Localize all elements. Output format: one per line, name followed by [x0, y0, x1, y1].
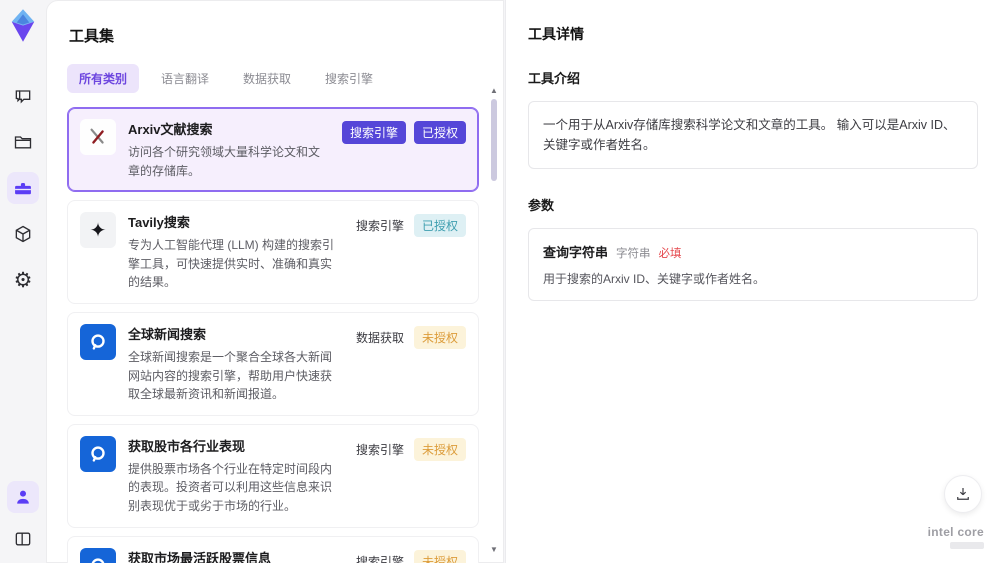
panel-toggle-icon[interactable]	[7, 523, 39, 555]
settings-icon[interactable]: ⚙	[7, 264, 39, 296]
tool-badges: 搜索引擎 未授权	[354, 436, 466, 516]
chat-icon[interactable]	[7, 80, 39, 112]
tool-info: 获取股市各行业表现提供股票市场各个行业在特定时间段内的表现。投资者可以利用这些信…	[128, 436, 342, 516]
intro-box: 一个用于从Arxiv存储库搜索科学论文和文章的工具。 输入可以是Arxiv ID…	[528, 101, 978, 169]
news-app-icon	[80, 323, 116, 360]
brand-sub-bar	[950, 542, 984, 549]
tool-name: 获取市场最活跃股票信息	[128, 550, 272, 563]
scrollbar-thumb[interactable]	[491, 99, 497, 181]
brand-text: intel core	[928, 525, 984, 539]
category-badge: 搜索引擎	[355, 442, 404, 457]
param-type: 字符串	[616, 248, 651, 260]
tool-badges: 搜索引擎 已授权	[341, 119, 466, 180]
cube-icon[interactable]	[7, 218, 39, 250]
tool-description: 全球新闻搜索是一个聚合全球各大新闻网站内容的搜索引擎，帮助用户快速获取全球最新资…	[128, 349, 333, 402]
category-badge: 数据获取	[355, 330, 404, 345]
category-tabs: 所有类别 语言翻译 数据获取 搜索引擎	[67, 64, 479, 93]
user-icon[interactable]	[7, 481, 39, 513]
category-badge: 搜索引擎	[355, 554, 404, 563]
page-title: 工具集	[69, 28, 115, 45]
params-heading: 参数	[528, 198, 555, 213]
brand-label: intel core	[927, 525, 984, 539]
tool-list-panel: 工具集 所有类别 语言翻译 数据获取 搜索引擎 Arxiv文献搜索 访问各个研究领域大量…	[46, 0, 504, 563]
tool-badges: 搜索引擎 未授权	[354, 548, 466, 563]
tool-badges: 数据获取 未授权	[354, 324, 466, 404]
auth-status-badge: 已授权	[413, 214, 466, 238]
intro-heading: 工具介绍	[528, 71, 581, 86]
tab-translate[interactable]: 语言翻译	[149, 64, 221, 93]
param-description: 用于搜索的Arxiv ID、关键字或作者姓名。	[543, 272, 766, 286]
tool-description: 专为人工智能代理 (LLM) 构建的搜索引擎工具，可快速提供实时、准确和真实的结…	[128, 238, 335, 290]
download-button[interactable]	[944, 475, 982, 513]
news-app-icon	[80, 435, 116, 472]
intro-text: 一个用于从Arxiv存储库搜索科学论文和文章的工具。 输入可以是Arxiv ID…	[543, 118, 956, 152]
scroll-up-arrow[interactable]: ▲	[490, 87, 498, 97]
tool-name: 获取股市各行业表现	[128, 438, 246, 454]
tab-all[interactable]: 所有类别	[67, 64, 140, 93]
scrollbar-track[interactable]	[490, 97, 498, 546]
tool-card[interactable]: ✦ Tavily搜索专为人工智能代理 (LLM) 构建的搜索引擎工具，可快速提供实…	[67, 200, 479, 304]
detail-title: 工具详情	[528, 26, 584, 42]
category-badge: 搜索引擎	[341, 121, 406, 144]
toolbox-icon[interactable]	[7, 172, 39, 204]
rail-bottom-icons	[7, 481, 39, 555]
sparkle-icon: ✦	[80, 212, 116, 249]
tool-card[interactable]: 全球新闻搜索全球新闻搜索是一个聚合全球各大新闻网站内容的搜索引擎，帮助用户快速获…	[67, 311, 479, 416]
auth-status-badge: 已授权	[413, 121, 466, 144]
tool-name: Arxiv文献搜索	[128, 122, 213, 137]
param-required-flag: 必填	[658, 248, 682, 260]
tool-card[interactable]: 获取市场最活跃股票信息提供当天交易量最高的股票列表，投资者可以利用这些信息来识别…	[67, 535, 479, 563]
category-badge: 搜索引擎	[355, 219, 404, 234]
tool-card[interactable]: 获取股市各行业表现提供股票市场各个行业在特定时间段内的表现。投资者可以利用这些信…	[67, 423, 479, 528]
tool-info: 全球新闻搜索全球新闻搜索是一个聚合全球各大新闻网站内容的搜索引擎，帮助用户快速获…	[128, 324, 342, 404]
param-header: 查询字符串 字符串 必填	[543, 242, 963, 261]
tool-name: Tavily搜索	[128, 215, 190, 231]
tool-description: 提供股票市场各个行业在特定时间段内的表现。投资者可以利用这些信息来识别表现优于或…	[128, 461, 333, 513]
param-list: 查询字符串 字符串 必填用于搜索的Arxiv ID、关键字或作者姓名。	[543, 242, 963, 287]
arxiv-icon	[80, 119, 116, 155]
list-scrollbar[interactable]: ▲ ▼	[488, 87, 500, 556]
app-window: ⚙ 工具集 所有类别 语言翻译 数据获取 搜索引擎 Arxiv文献搜索 访问各个研究领域…	[0, 0, 1000, 563]
icon-rail: ⚙	[0, 0, 46, 563]
brand-logo: intel core	[928, 525, 984, 549]
tool-info: 获取市场最活跃股票信息提供当天交易量最高的股票列表，投资者可以利用这些信息来识别…	[128, 548, 342, 563]
param-name: 查询字符串	[543, 245, 609, 260]
params-box: 查询字符串 字符串 必填用于搜索的Arxiv ID、关键字或作者姓名。	[528, 228, 978, 301]
app-logo	[8, 8, 38, 42]
tool-info: Tavily搜索专为人工智能代理 (LLM) 构建的搜索引擎工具，可快速提供实时…	[128, 212, 342, 292]
tab-search[interactable]: 搜索引擎	[313, 64, 385, 93]
tool-name: 全球新闻搜索	[128, 326, 207, 342]
auth-status-badge: 未授权	[413, 549, 466, 563]
tool-info: Arxiv文献搜索访问各个研究领域大量科学论文和文章的存储库。	[128, 119, 330, 180]
tab-data[interactable]: 数据获取	[231, 64, 303, 93]
tool-detail-panel: 工具详情 工具介绍 一个用于从Arxiv存储库搜索科学论文和文章的工具。 输入可…	[505, 0, 1000, 563]
tool-list: Arxiv文献搜索 访问各个研究领域大量科学论文和文章的存储库。 搜索引擎 已授权 ✦ T…	[67, 107, 479, 563]
rail-main-icons: ⚙	[7, 80, 39, 296]
tool-card[interactable]: Arxiv文献搜索访问各个研究领域大量科学论文和文章的存储库。 搜索引擎 已授权	[67, 107, 479, 193]
scroll-down-arrow[interactable]: ▼	[490, 546, 498, 556]
auth-status-badge: 未授权	[413, 437, 466, 461]
tool-description: 访问各个研究领域大量科学论文和文章的存储库。	[128, 145, 321, 178]
folder-icon[interactable]	[7, 126, 39, 158]
tool-badges: 搜索引擎 已授权	[354, 212, 466, 292]
news-app-icon	[80, 547, 116, 563]
auth-status-badge: 未授权	[413, 325, 466, 349]
